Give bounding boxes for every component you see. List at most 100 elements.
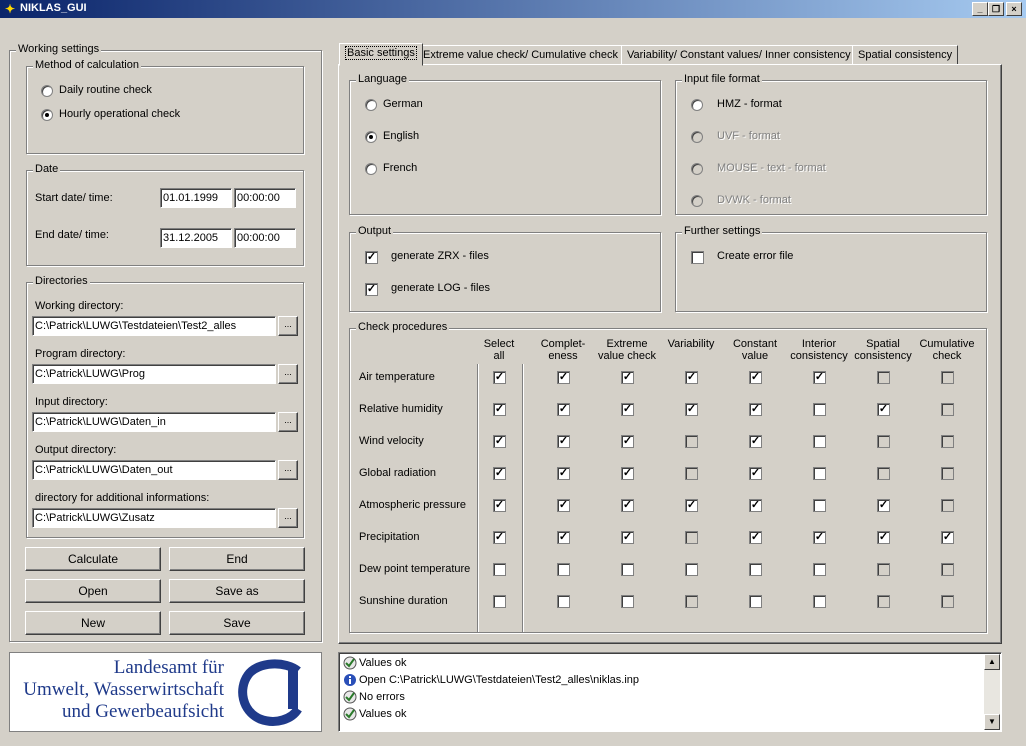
check-procedure-checkbox[interactable]: ✓ (749, 403, 762, 416)
check-procedure-checkbox[interactable]: ✓ (749, 499, 762, 512)
check-procedure-checkbox[interactable] (685, 563, 698, 576)
browse-button[interactable]: ... (278, 412, 298, 432)
zrx-checkbox[interactable]: ✓ (365, 251, 378, 264)
end-button[interactable]: End (169, 547, 305, 571)
check-procedure-checkbox[interactable]: ✓ (621, 499, 634, 512)
check-procedure-checkbox[interactable]: ✓ (877, 531, 890, 544)
header-line: Cumulative (919, 338, 975, 350)
tab-spatial-consistency[interactable]: Spatial consistency (852, 45, 959, 65)
browse-button[interactable]: ... (278, 364, 298, 384)
check-procedure-checkbox[interactable] (621, 563, 634, 576)
check-procedure-checkbox[interactable]: ✓ (749, 371, 762, 384)
check-procedure-checkbox[interactable]: ✓ (685, 403, 698, 416)
log-panel[interactable]: Values ok Open C:\Patrick\LUWG\Testdateie… (338, 652, 1002, 732)
select-all-checkbox[interactable]: ✓ (493, 499, 506, 512)
directory-input[interactable]: C:\Patrick\LUWG\Daten_out (32, 460, 276, 480)
tab-extreme-value[interactable]: Extreme value check/ Cumulative check (417, 45, 625, 65)
check-procedure-checkbox[interactable]: ✓ (685, 371, 698, 384)
check-procedure-checkbox[interactable] (749, 563, 762, 576)
check-procedure-checkbox[interactable] (557, 595, 570, 608)
new-button[interactable]: New (25, 611, 161, 635)
check-procedure-checkbox[interactable] (813, 595, 826, 608)
select-all-checkbox[interactable]: ✓ (493, 531, 506, 544)
check-procedure-checkbox[interactable] (813, 499, 826, 512)
start-date-input[interactable]: 01.01.1999 (160, 188, 232, 208)
check-procedure-checkbox[interactable]: ✓ (557, 371, 570, 384)
tab-basic-settings[interactable]: Basic settings (339, 43, 423, 66)
end-time-input[interactable]: 00:00:00 (234, 228, 296, 248)
header-line: value (741, 350, 769, 362)
check-procedure-checkbox[interactable] (557, 563, 570, 576)
check-procedure-checkbox[interactable]: ✓ (557, 403, 570, 416)
check-procedure-checkbox[interactable]: ✓ (621, 371, 634, 384)
language-radio-french[interactable] (365, 163, 377, 175)
check-procedure-checkbox[interactable]: ✓ (749, 435, 762, 448)
check-procedure-checkbox[interactable]: ✓ (557, 467, 570, 480)
check-procedure-checkbox[interactable] (749, 595, 762, 608)
check-procedure-checkbox[interactable]: ✓ (877, 499, 890, 512)
check-procedure-checkbox[interactable]: ✓ (877, 403, 890, 416)
check-procedure-checkbox[interactable]: ✓ (621, 531, 634, 544)
check-column-header: Complet- eness (527, 338, 599, 362)
hourly-radio[interactable] (41, 109, 53, 121)
open-button[interactable]: Open (25, 579, 161, 603)
error-file-checkbox[interactable] (691, 251, 704, 264)
logo-mark-icon (238, 659, 302, 726)
scroll-down-button[interactable]: ▼ (984, 714, 1000, 730)
logo-line-2: Umwelt, Wasserwirtschaft (23, 679, 224, 700)
scroll-up-button[interactable]: ▲ (984, 654, 1000, 670)
check-procedure-checkbox[interactable]: ✓ (941, 531, 954, 544)
minimize-button[interactable]: _ (972, 2, 988, 16)
check-procedure-checkbox[interactable]: ✓ (685, 499, 698, 512)
check-procedure-checkbox[interactable] (813, 435, 826, 448)
select-all-checkbox[interactable]: ✓ (493, 371, 506, 384)
check-procedure-checkbox (685, 531, 698, 544)
start-time-input[interactable]: 00:00:00 (234, 188, 296, 208)
language-label-english: English (383, 130, 420, 142)
check-procedure-checkbox[interactable] (813, 403, 826, 416)
check-procedure-checkbox[interactable]: ✓ (749, 467, 762, 480)
check-procedure-checkbox[interactable]: ✓ (813, 531, 826, 544)
log-scrollbar[interactable]: ▲ ▼ (984, 654, 1000, 730)
save-as-button[interactable]: Save as (169, 579, 305, 603)
directory-input[interactable]: C:\Patrick\LUWG\Prog (32, 364, 276, 384)
select-all-checkbox[interactable] (493, 563, 506, 576)
format-radio-hmz[interactable] (691, 99, 703, 111)
language-radio-english[interactable] (365, 131, 377, 143)
check-procedure-checkbox[interactable]: ✓ (557, 435, 570, 448)
select-all-checkbox[interactable] (493, 595, 506, 608)
format-label-mouse: MOUSE - text - format (717, 162, 826, 174)
save-button[interactable]: Save (169, 611, 305, 635)
tab-variability[interactable]: Variability/ Constant values/ Inner cons… (621, 45, 857, 65)
check-procedure-checkbox[interactable]: ✓ (749, 531, 762, 544)
log-checkbox[interactable]: ✓ (365, 283, 378, 296)
select-all-checkbox[interactable]: ✓ (493, 467, 506, 480)
check-row-label: Global radiation (359, 467, 437, 479)
info-icon (344, 674, 356, 686)
restore-button[interactable]: ❐ (988, 2, 1004, 16)
browse-button[interactable]: ... (278, 508, 298, 528)
check-procedure-checkbox[interactable] (813, 563, 826, 576)
check-procedure-checkbox[interactable]: ✓ (557, 531, 570, 544)
check-procedure-checkbox[interactable] (621, 595, 634, 608)
select-all-checkbox[interactable]: ✓ (493, 403, 506, 416)
language-radio-german[interactable] (365, 99, 377, 111)
check-procedure-checkbox[interactable]: ✓ (621, 403, 634, 416)
radio-dot (45, 113, 49, 117)
check-procedure-checkbox[interactable]: ✓ (621, 467, 634, 480)
select-all-checkbox[interactable]: ✓ (493, 435, 506, 448)
browse-button[interactable]: ... (278, 460, 298, 480)
check-procedure-checkbox[interactable] (813, 467, 826, 480)
check-procedure-checkbox[interactable]: ✓ (557, 499, 570, 512)
daily-radio[interactable] (41, 85, 53, 97)
close-button[interactable]: × (1006, 2, 1022, 16)
directory-input[interactable]: C:\Patrick\LUWG\Testdateien\Test2_alles (32, 316, 276, 336)
browse-button[interactable]: ... (278, 316, 298, 336)
directory-input[interactable]: C:\Patrick\LUWG\Zusatz (32, 508, 276, 528)
check-procedure-checkbox[interactable]: ✓ (621, 435, 634, 448)
check-procedure-checkbox (877, 467, 890, 480)
check-procedure-checkbox[interactable]: ✓ (813, 371, 826, 384)
directory-input[interactable]: C:\Patrick\LUWG\Daten_in (32, 412, 276, 432)
end-date-input[interactable]: 31.12.2005 (160, 228, 232, 248)
calculate-button[interactable]: Calculate (25, 547, 161, 571)
